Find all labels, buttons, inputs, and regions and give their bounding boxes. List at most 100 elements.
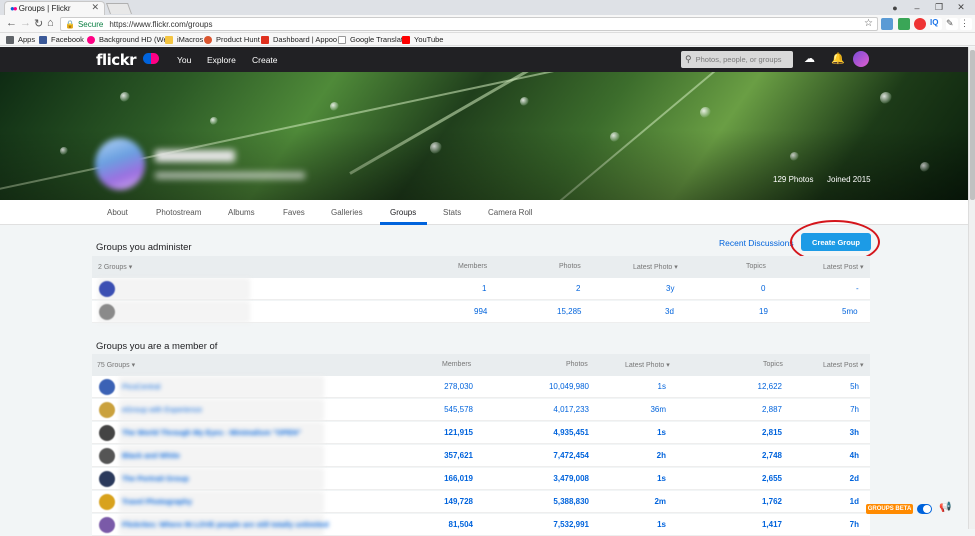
table-row[interactable]: The Portrait Group 166,019 3,479,008 1s 2,65… [92,468,870,490]
new-tab-button[interactable] [105,3,133,14]
tab-albums[interactable]: Albums [228,208,255,217]
cell-photos: 4,935,451 [553,428,589,437]
tab-galleries[interactable]: Galleries [331,208,363,217]
nav-you[interactable]: You [177,55,191,65]
tab-camera-roll[interactable]: Camera Roll [488,208,532,217]
cell-latest-post: 5mo [842,307,858,316]
cell-photos: 15,285 [557,307,582,316]
notifications-bell-icon[interactable]: 🔔 [831,52,845,65]
group-avatar [99,402,115,418]
bookmark-product-hunt[interactable]: Product Hunt [204,34,260,45]
browser-tab[interactable]: ●● Groups | Flickr ✕ [4,1,105,15]
table-row[interactable]: The World Through My Eyes - Minimalism "… [92,422,870,444]
col-latest-post[interactable]: Latest Post ▾ [823,263,863,271]
group-name-link[interactable]: Travel Photography [122,497,192,506]
group-count-dropdown[interactable]: 75 Groups ▾ [97,361,135,369]
extension-icon[interactable] [898,18,910,30]
cell-latest-photo: 3y [666,284,675,293]
cell-members: 1 [482,284,487,293]
minimize-icon[interactable]: – [906,0,928,15]
profile-icon[interactable]: ● [884,0,906,15]
cell-latest-photo: 2h [656,451,666,460]
extension-icon[interactable] [881,18,893,30]
menu-dots-icon[interactable]: ⋮ [960,18,972,30]
back-arrow-icon[interactable]: ← [6,17,17,29]
table-row[interactable]: Flickrites: Where IN LOVE people are sti… [92,514,870,536]
profile-avatar[interactable] [95,138,145,190]
page-scrollbar[interactable] [968,47,975,529]
table-row[interactable]: Travel Photography 149,728 5,388,830 2m 1,76… [92,491,870,513]
cell-latest-post: - [856,284,859,293]
search-input[interactable]: ⚲ Photos, people, or groups [681,51,793,68]
forward-arrow-icon[interactable]: → [20,17,31,29]
window-close-icon[interactable]: ✕ [950,0,972,15]
cell-latest-photo: 3d [665,307,674,316]
table-row[interactable]: 994 15,285 3d 19 5mo [92,301,870,323]
bookmark-youtube[interactable]: YouTube [402,34,443,45]
table-row[interactable]: Black and White 357,621 7,472,454 2h 2,748 4h [92,445,870,467]
col-latest-photo[interactable]: Latest Photo ▾ [633,263,678,271]
pro-badge-icon[interactable] [143,53,159,64]
star-icon[interactable]: ☆ [864,18,873,29]
cell-photos: 4,017,233 [553,405,589,414]
cell-latest-post: 4h [849,451,859,460]
bookmark-apps[interactable]: Apps [6,34,35,45]
bookmark-imacros[interactable]: iMacros [165,34,203,45]
nav-create[interactable]: Create [252,55,278,65]
table-row[interactable]: eGroup with Experience 545,578 4,017,233 36… [92,399,870,421]
nav-explore[interactable]: Explore [207,55,236,65]
tab-groups[interactable]: Groups [390,208,416,217]
extension-icon[interactable]: ✎ [946,18,958,30]
photo-count: 129 Photos [773,175,814,184]
bookmark-facebook[interactable]: Facebook [39,34,84,45]
bookmark-dashboard[interactable]: Dashboard | Appoo [261,34,337,45]
cell-photos: 2 [576,284,581,293]
groups-content: Groups you administer Recent Discussions… [0,220,968,536]
cell-topics: 0 [761,284,766,293]
product-hunt-icon [204,35,212,44]
close-tab-icon[interactable]: ✕ [91,2,99,13]
table-row[interactable]: 1 2 3y 0 - [92,278,870,300]
tab-faves[interactable]: Faves [283,208,305,217]
group-name-link[interactable]: The Portrait Group [122,474,189,483]
col-latest-post[interactable]: Latest Post ▾ [823,361,863,369]
flickr-logo[interactable]: flickr [96,51,137,69]
cell-topics: 2,815 [761,428,782,437]
group-name-link[interactable]: eGroup with Experience [122,405,202,414]
bookmark-google-translate[interactable]: Google Translate [338,34,407,45]
cell-latest-post: 3h [849,428,859,437]
upload-cloud-icon[interactable]: ☁ [804,52,815,65]
group-avatar [99,281,115,297]
cell-members: 149,728 [444,497,473,506]
table-row[interactable]: PicsCentral 278,030 10,049,980 1s 12,622 5h [92,376,870,398]
tab-about[interactable]: About [107,208,128,217]
group-name-link[interactable]: Black and White [122,451,180,460]
cell-latest-photo: 1s [657,382,666,391]
user-avatar[interactable] [853,51,869,67]
cell-topics: 1,417 [761,520,782,529]
dashboard-icon [261,35,269,44]
col-members: Members [458,263,488,270]
url-field[interactable]: 🔒 Secure https://www.flickr.com/groups ☆ [60,17,878,31]
group-name-link[interactable]: PicsCentral [122,382,160,391]
extension-icon[interactable]: IQ [930,18,942,30]
flickr-top-nav: flickr You Explore Create ⚲ Photos, peop… [0,47,968,72]
group-name-link[interactable]: The World Through My Eyes - Minimalism "… [122,428,301,437]
home-icon[interactable]: ⌂ [47,17,54,29]
col-latest-photo[interactable]: Latest Photo ▾ [625,361,670,369]
extension-icon[interactable] [914,18,926,30]
tab-stats[interactable]: Stats [443,208,461,217]
beta-toggle[interactable] [917,504,932,514]
cell-members: 121,915 [444,428,473,437]
recent-discussions-link[interactable]: Recent Discussions [719,238,794,248]
group-count-dropdown[interactable]: 2 Groups ▾ [98,263,132,271]
feedback-megaphone-icon[interactable]: 📢 [939,502,951,513]
maximize-icon[interactable]: ❐ [928,0,950,15]
cell-latest-photo: 2m [654,497,666,506]
tab-photostream[interactable]: Photostream [156,208,201,217]
group-name-link[interactable]: Flickrites: Where IN LOVE people are sti… [122,520,329,529]
reload-icon[interactable]: ↻ [34,17,43,30]
scrollbar-thumb[interactable] [970,50,975,200]
bookmark-background-hd[interactable]: Background HD (We [87,34,168,45]
administer-table-header: 2 Groups ▾ Members Photos Latest Photo ▾… [92,256,870,278]
